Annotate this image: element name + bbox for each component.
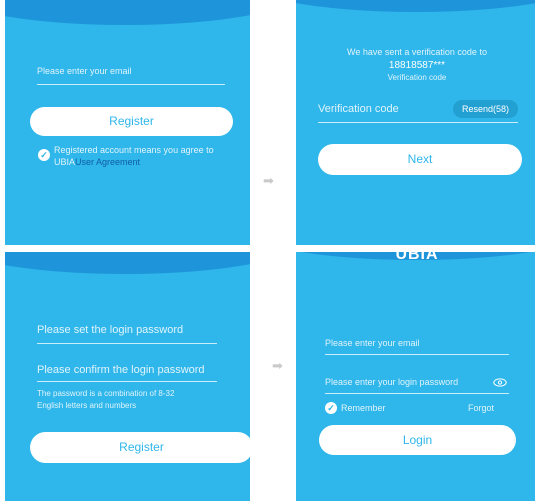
forgot-link[interactable]: Forgot [468, 403, 494, 413]
arrow-icon: ➡ [272, 358, 283, 373]
user-agreement-link[interactable]: User Agreement [75, 157, 140, 167]
email-underline [325, 354, 509, 355]
arrow-icon: ➡ [263, 173, 274, 188]
password-underline [37, 343, 217, 344]
login-button[interactable]: Login [319, 425, 516, 455]
verification-screen: We have sent a verification code to 1881… [296, 0, 535, 245]
header-arc [5, 252, 250, 274]
register-button[interactable]: Register [30, 107, 233, 136]
agreement-line2: UBIAUser Agreement [54, 157, 140, 167]
brand-logo: UBIA [395, 252, 439, 263]
phone-number: 18818587*** [388, 60, 446, 71]
verification-code-input[interactable]: Verification code [318, 103, 399, 115]
login-screen: UBIA Please enter your email Please ente… [296, 252, 535, 501]
header-arc [296, 0, 535, 12]
email-underline [37, 84, 225, 85]
email-input[interactable]: Please enter your email [325, 338, 420, 348]
agreement-text: Registered account means you agree to [54, 145, 214, 155]
remember-label: Remember [341, 403, 386, 413]
agree-checkbox[interactable]: ✓ [38, 149, 50, 161]
code-underline [318, 122, 518, 123]
register-button[interactable]: Register [30, 432, 250, 463]
password-input[interactable]: Please enter your login password [325, 377, 458, 387]
verification-caption: Verification code [387, 73, 447, 82]
eye-icon[interactable] [493, 378, 507, 387]
sent-message: We have sent a verification code to [347, 47, 487, 57]
password-underline [325, 393, 509, 394]
next-button[interactable]: Next [318, 144, 522, 175]
set-password-screen: Please set the login password Please con… [5, 252, 250, 501]
confirm-password-input[interactable]: Please confirm the login password [37, 364, 205, 376]
brand-text: UBIA [54, 157, 76, 167]
remember-checkbox[interactable]: ✓ [325, 402, 337, 414]
password-note: The password is a combination of 8-32 [37, 389, 175, 398]
header-arc [5, 0, 250, 25]
register-email-screen: Please enter your email Register ✓ Regis… [5, 0, 250, 245]
password-note-line2: English letters and numbers [37, 401, 137, 410]
confirm-underline [37, 381, 217, 382]
password-input[interactable]: Please set the login password [37, 324, 183, 336]
email-input[interactable]: Please enter your email [37, 66, 132, 76]
resend-button[interactable]: Resend(58) [453, 100, 518, 118]
